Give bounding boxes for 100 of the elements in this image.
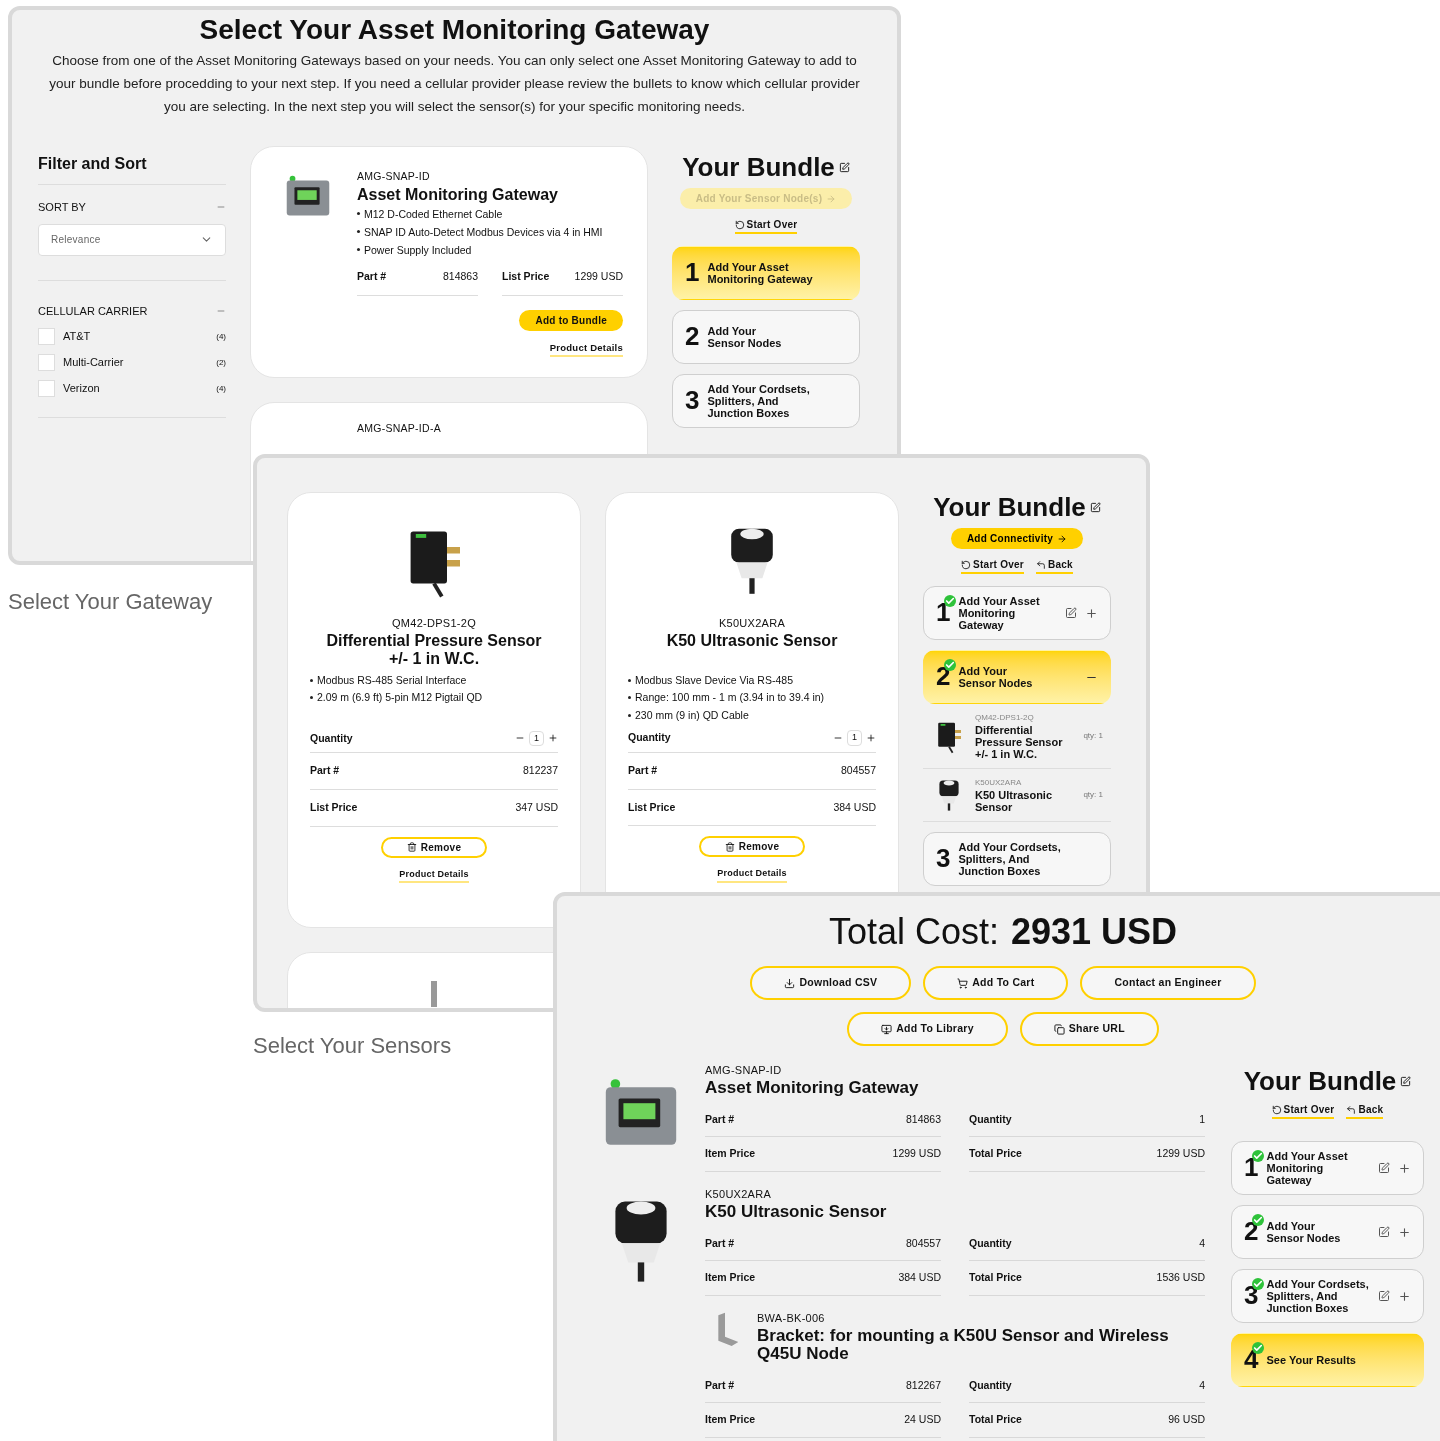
part-label: Part #	[310, 763, 340, 779]
item-price: 384 USD	[898, 1270, 941, 1286]
edit-icon[interactable]	[1378, 1226, 1390, 1238]
product-name: K50 Ultrasonic Sensor	[665, 631, 839, 650]
bundle-title: Your Bundle	[933, 494, 1086, 520]
product-feature: 230 mm (9 in) QD Cable	[635, 707, 749, 723]
edit-icon[interactable]	[1089, 501, 1101, 513]
action-button[interactable]: Share URL	[1019, 1012, 1159, 1046]
bundle-step-card[interactable]: 4 See Your Results	[1231, 1333, 1424, 1387]
checkbox[interactable]	[38, 328, 55, 345]
remove-button[interactable]: Remove	[380, 836, 488, 858]
product-feature: Range: 100 mm - 1 m (3.94 in to 39.4 in)	[635, 690, 825, 705]
part-number: 814863	[905, 1111, 941, 1127]
quantity-input[interactable]: 1	[529, 730, 544, 747]
plus-icon[interactable]	[1398, 1289, 1411, 1303]
carrier-option: Verizon	[63, 380, 209, 397]
field-label: Part #	[705, 1111, 735, 1127]
carrier-count: (4)	[216, 330, 226, 343]
increase-icon[interactable]	[866, 732, 876, 743]
remove-button[interactable]: Remove	[698, 836, 806, 858]
action-button[interactable]: Add To Cart	[923, 966, 1069, 1000]
field-label: Item Price	[705, 1146, 756, 1162]
product-name: Differential Pressure Sensor +/- 1 in W.C.	[325, 631, 543, 668]
add-to-bundle-button[interactable]: Add to Bundle	[519, 309, 623, 331]
edit-icon[interactable]	[1400, 1075, 1412, 1087]
back-arrow-icon	[1035, 559, 1046, 570]
screen-caption: Select Your Gateway	[8, 588, 213, 616]
step-label: Add Your Cordsets, Splitters, And Junction Boxes	[958, 841, 1062, 877]
next-step-button[interactable]: Add Connectivity	[950, 528, 1084, 549]
start-over-link[interactable]: Start Over	[1271, 1102, 1335, 1119]
start-over-link[interactable]: Start Over	[734, 217, 798, 234]
quantity-label: Quantity	[310, 730, 353, 746]
checkbox[interactable]	[38, 380, 55, 397]
item-price: 24 USD	[904, 1412, 941, 1428]
carrier-count: (4)	[216, 382, 226, 395]
quantity-input[interactable]: 1	[847, 730, 862, 746]
monitor-icon	[881, 1023, 893, 1035]
product-code: QM42-DPS1-2Q	[391, 616, 477, 631]
restart-icon	[961, 559, 972, 570]
bullet-icon	[357, 212, 360, 216]
back-link[interactable]: Back	[1035, 557, 1073, 574]
product-code: BWA-BK-006	[757, 1311, 826, 1326]
edit-icon[interactable]	[838, 161, 850, 173]
plus-icon[interactable]	[1398, 1225, 1411, 1239]
plus-icon[interactable]	[1398, 1161, 1411, 1175]
edit-icon[interactable]	[1065, 607, 1077, 619]
step-number: 2	[1244, 1215, 1259, 1246]
part-number: 814863	[442, 268, 478, 284]
total-label: Total Cost:	[828, 914, 999, 950]
product-code: AMG-SNAP-ID	[705, 1063, 783, 1078]
filter-title: Filter and Sort	[38, 152, 226, 185]
field-label: Total Price	[969, 1412, 1022, 1428]
trash-icon	[406, 842, 417, 853]
field-label: Item Price	[705, 1270, 756, 1286]
back-link[interactable]: Back	[1346, 1102, 1384, 1119]
item-qty: qty: 1	[1083, 730, 1103, 742]
edit-icon[interactable]	[1378, 1162, 1390, 1174]
product-details-link[interactable]: Product Details	[717, 867, 787, 883]
list-price: 347 USD	[515, 800, 558, 815]
bundle-title: Your Bundle	[682, 154, 835, 180]
total-price: 96 USD	[1168, 1412, 1205, 1428]
item-code: QM42-DPS1-2Q	[975, 712, 1035, 724]
step-label: Add Your Cordsets, Splitters, And Junction Boxes	[707, 383, 811, 419]
field-label: Quantity	[969, 1111, 1012, 1127]
edit-icon[interactable]	[1378, 1290, 1390, 1302]
product-details-link[interactable]: Product Details	[399, 867, 469, 884]
product-details-link[interactable]: Product Details	[549, 340, 623, 357]
action-button[interactable]: Contact an Engineer	[1080, 966, 1256, 1000]
cart-icon	[957, 977, 969, 989]
action-button[interactable]: Download CSV	[750, 966, 912, 1000]
quantity-value: 4	[1199, 1377, 1205, 1393]
bullet-icon	[357, 230, 360, 234]
price-label: List Price	[310, 800, 358, 815]
page-title: Select Your Asset Monitoring Gateway	[199, 13, 710, 47]
part-number: 812237	[522, 763, 558, 779]
field-label: Quantity	[969, 1235, 1012, 1251]
screen-caption: Select Your Sensors	[253, 1032, 452, 1060]
bullet-icon	[310, 678, 313, 682]
plus-icon[interactable]	[1085, 606, 1098, 620]
field-label: Total Price	[969, 1270, 1022, 1286]
step-number: 2	[685, 320, 700, 351]
restart-icon	[734, 219, 745, 230]
bullet-icon	[357, 248, 360, 252]
item-price: 1299 USD	[892, 1146, 941, 1162]
start-over-link[interactable]: Start Over	[961, 557, 1024, 574]
product-code: K50UX2ARA	[717, 616, 787, 631]
step-number: 1	[936, 596, 951, 627]
quantity-value: 4	[1199, 1235, 1205, 1251]
item-qty: qty: 1	[1083, 789, 1103, 801]
product-code: AMG-SNAP-ID	[357, 169, 431, 184]
carrier-label: CELLULAR CARRIER	[38, 303, 148, 319]
action-button[interactable]: Add To Library	[847, 1012, 1008, 1046]
sort-dropdown[interactable]: Relevance	[38, 223, 226, 256]
download-icon	[784, 977, 796, 989]
checkbox[interactable]	[38, 354, 55, 371]
bundle-title: Your Bundle	[1243, 1068, 1397, 1094]
increase-icon[interactable]	[548, 733, 558, 744]
sort-label: SORT BY	[38, 200, 86, 215]
item-code: K50UX2ARA	[975, 777, 1023, 789]
product-feature: M12 D-Coded Ethernet Cable	[364, 206, 503, 222]
